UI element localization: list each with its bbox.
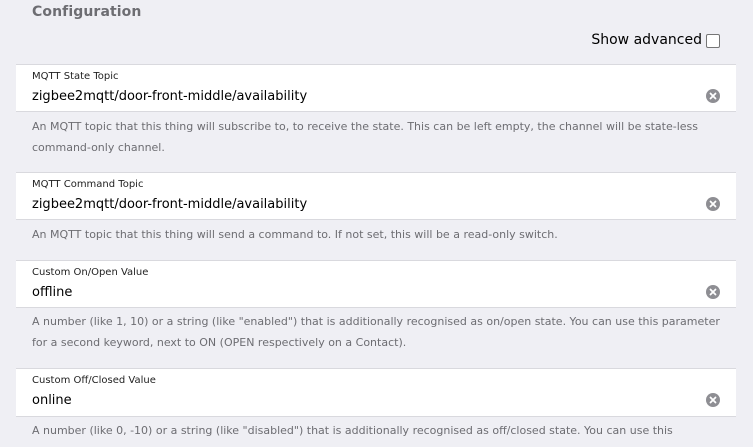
field-description: An MQTT topic that this thing will subsc…: [32, 120, 699, 154]
custom-off-closed-value-input[interactable]: online: [32, 393, 72, 408]
clear-circle-icon[interactable]: [706, 285, 720, 299]
field-mqtt-state-topic[interactable]: MQTT State Topic zigbee2mqtt/door-front-…: [16, 64, 736, 112]
field-description: A number (like 1, 10) or a string (like …: [32, 315, 720, 349]
field-custom-off-closed-value[interactable]: Custom Off/Closed Value online: [16, 368, 736, 417]
configuration-page: Configuration Show advanced MQTT State T…: [0, 0, 753, 447]
field-description: A number (like 0, -10) or a string (like…: [32, 424, 673, 447]
field-label: Custom On/Open Value: [32, 267, 149, 278]
mqtt-state-topic-input[interactable]: zigbee2mqtt/door-front-middle/availabili…: [32, 89, 307, 104]
field-label: MQTT State Topic: [32, 71, 119, 82]
clear-circle-icon[interactable]: [706, 197, 720, 211]
show-advanced-toggle[interactable]: Show advanced: [591, 31, 720, 48]
clear-circle-icon[interactable]: [706, 89, 720, 103]
show-advanced-checkbox[interactable]: [706, 34, 720, 48]
section-title: Configuration: [32, 4, 142, 20]
mqtt-command-topic-input[interactable]: zigbee2mqtt/door-front-middle/availabili…: [32, 197, 307, 212]
clear-circle-icon[interactable]: [706, 393, 720, 407]
field-description: An MQTT topic that this thing will send …: [32, 228, 558, 241]
field-custom-on-open-value[interactable]: Custom On/Open Value offline: [16, 260, 736, 308]
custom-on-open-value-input[interactable]: offline: [32, 285, 72, 300]
field-label: Custom Off/Closed Value: [32, 375, 156, 386]
field-mqtt-command-topic[interactable]: MQTT Command Topic zigbee2mqtt/door-fron…: [16, 172, 736, 220]
field-label: MQTT Command Topic: [32, 179, 144, 190]
show-advanced-label: Show advanced: [591, 31, 702, 48]
